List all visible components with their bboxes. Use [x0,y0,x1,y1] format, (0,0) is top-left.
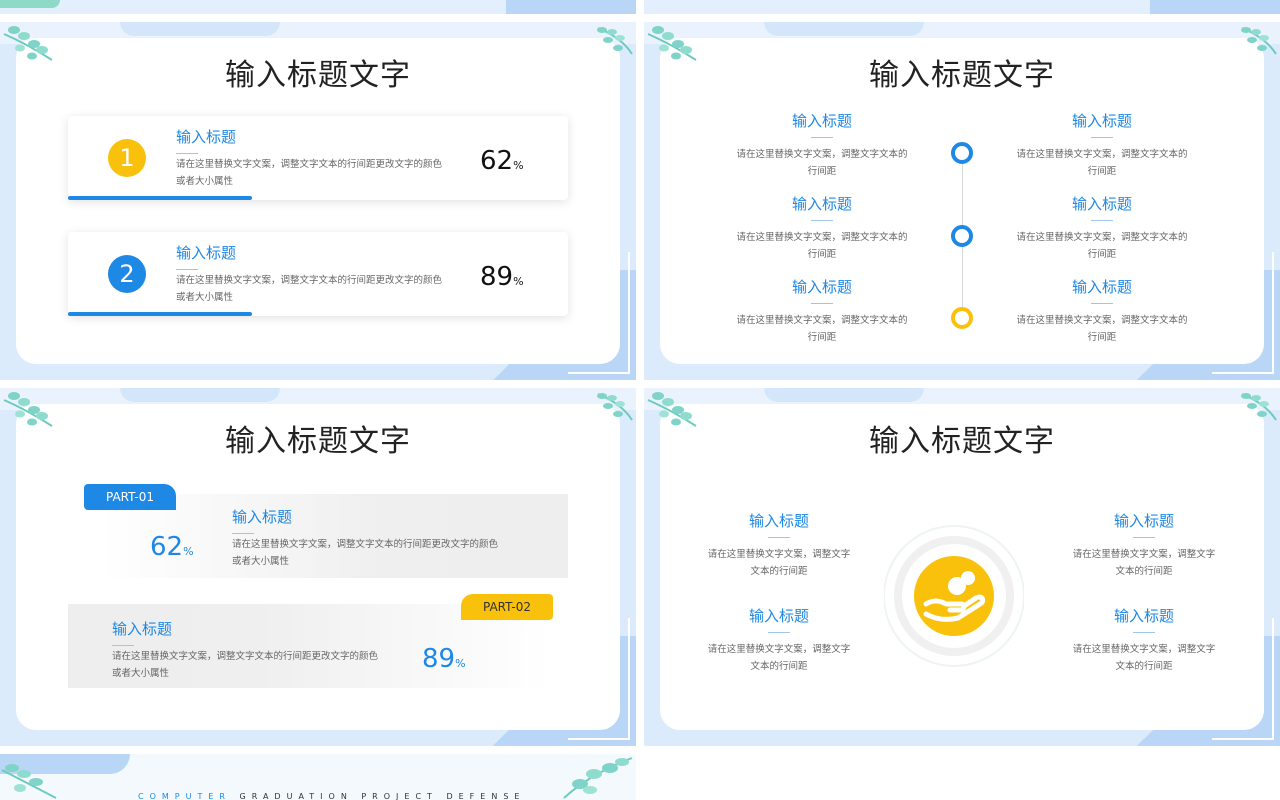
card-description: 请在这里替换文字文案，调整文字文本的行间距更改文字的颜色或者大小属性 [176,159,443,187]
timeline-dot [951,307,973,329]
timeline-item: 输入标题 请在这里替换文字文案，调整文字文本的行间距 [736,112,908,177]
timeline-item: 输入标题 请在这里替换文字文案，调整文字文本的行间距 [1016,195,1188,260]
timeline-dot [951,225,973,247]
slide-thumbnail-4[interactable]: 输入标题文字 输入标题 请在这里替换文字文案，调整文字文本的行间距 输入标题 请… [644,388,1280,746]
timeline-item: 输入标题 请在这里替换文字文案，调整文字文本的行间距 [1016,112,1188,177]
part-tag-1: PART-01 [84,484,176,510]
card-percentage: 62% [480,146,524,176]
frame-line [568,618,630,740]
part-heading-1: 输入标题 [232,506,292,534]
slide-title: 输入标题文字 [225,58,411,93]
progress-bar [68,196,252,200]
stat-card-1: 1 输入标题 请在这里替换文字文案，调整文字文本的行间距更改文字的颜色或者大小属… [68,116,568,200]
part-description-2: 请在这里替换文字文案，调整文字文本的行间距更改文字的颜色或者大小属性 [112,651,379,679]
hand-care-icon [884,525,1024,667]
number-badge: 2 [108,255,146,293]
prev-slide-strip-right [644,0,1280,14]
slide-title: 输入标题文字 [225,424,411,459]
part-tag-2: PART-02 [461,594,553,620]
prev-slide-strip-left [0,0,636,14]
number-badge: 1 [108,139,146,177]
timeline-dot [951,142,973,164]
footer-caption: COMPUTER GRADUATION PROJECT DEFENSE [138,792,526,800]
timeline-item: 输入标题 请在这里替换文字文案，调整文字文本的行间距 [736,278,908,343]
part-heading-2: 输入标题 [112,618,172,646]
card-heading: 输入标题 [176,128,237,146]
part-percentage-2: 89% [422,644,466,674]
card-heading: 输入标题 [176,244,237,262]
part-description-1: 请在这里替换文字文案，调整文字文本的行间距更改文字的颜色或者大小属性 [232,539,499,567]
quad-item: 输入标题 请在这里替换文字文案，调整文字文本的行间距 [707,512,851,577]
leaf-icon [1,764,57,799]
timeline-item: 输入标题 请在这里替换文字文案，调整文字文本的行间距 [736,195,908,260]
slide-title: 输入标题文字 [869,424,1055,459]
frame-line [1212,252,1274,374]
slide-thumbnail-3[interactable]: 输入标题文字 PART-01 62% 输入标题 请在这里替换文字文案，调整文字文… [0,388,636,746]
timeline-item: 输入标题 请在这里替换文字文案，调整文字文本的行间距 [1016,278,1188,343]
slide-title: 输入标题文字 [869,58,1055,93]
slide-thumbnail-2[interactable]: 输入标题文字 输入标题 请在这里替换文字文案，调整文字文本的行间距 输入标题 请… [644,22,1280,380]
frame-line [1212,618,1274,740]
stat-card-2: 2 输入标题 请在这里替换文字文案，调整文字文本的行间距更改文字的颜色或者大小属… [68,232,568,316]
quad-item: 输入标题 请在这里替换文字文案，调整文字文本的行间距 [707,607,851,672]
frame-line [568,252,630,374]
card-percentage: 89% [480,262,524,292]
slide-thumbnail-5[interactable]: COMPUTER GRADUATION PROJECT DEFENSE [0,754,636,800]
leaf-icon [563,757,633,799]
progress-bar [68,312,252,316]
quad-item: 输入标题 请在这里替换文字文案，调整文字文本的行间距 [1072,607,1216,672]
slide-thumbnail-1[interactable]: 输入标题文字 1 输入标题 请在这里替换文字文案，调整文字文本的行间距更改文字的… [0,22,636,380]
part-percentage-1: 62% [150,532,194,562]
card-description: 请在这里替换文字文案，调整文字文本的行间距更改文字的颜色或者大小属性 [176,275,443,303]
quad-item: 输入标题 请在这里替换文字文案，调整文字文本的行间距 [1072,512,1216,577]
